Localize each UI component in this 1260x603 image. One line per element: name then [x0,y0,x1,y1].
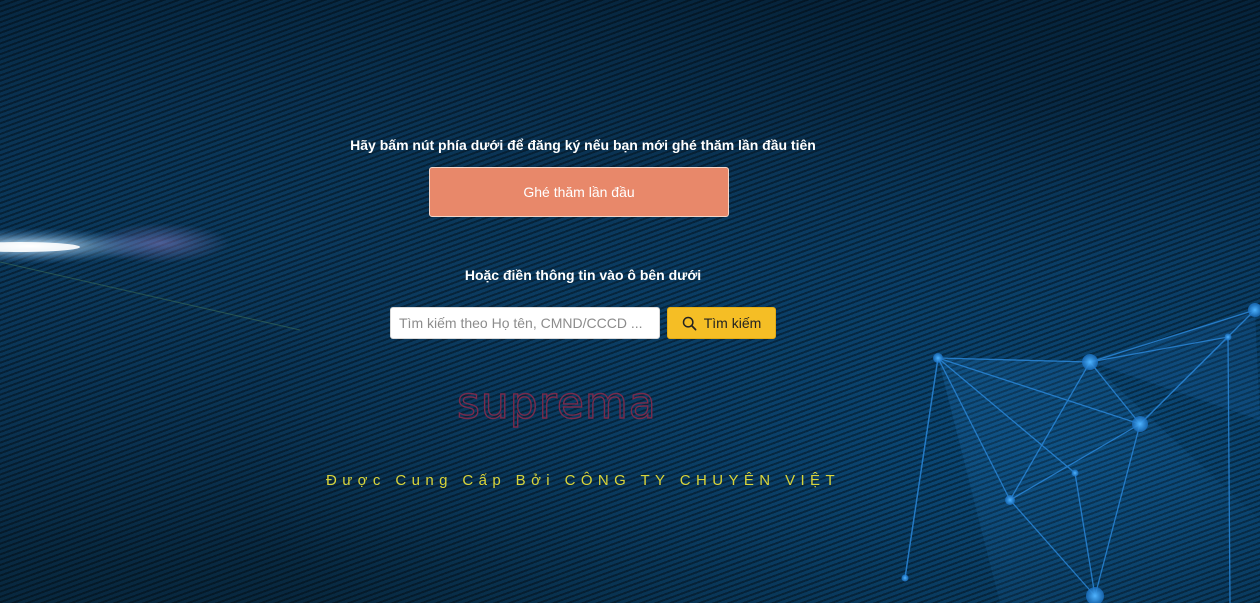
first-visit-button-label: Ghé thăm lần đầu [523,184,635,200]
search-input[interactable] [390,307,660,339]
search-button[interactable]: Tìm kiếm [667,307,776,339]
search-icon [682,316,697,330]
register-prompt: Hãy bấm nút phía dưới để đăng ký nếu bạn… [350,137,816,153]
search-button-label: Tìm kiếm [703,315,762,331]
search-prompt: Hoặc điền thông tin vào ô bên dưới [464,267,702,283]
provided-by-text: Được Cung Cấp Bởi CÔNG TY CHUYÊN VIỆT [325,472,841,489]
landing-panel: Hãy bấm nút phía dưới để đăng ký nếu bạn… [0,0,1260,603]
logo-text: suprema [457,382,657,428]
first-visit-button[interactable]: Ghé thăm lần đầu [429,167,729,217]
suprema-logo: suprema [456,382,657,428]
